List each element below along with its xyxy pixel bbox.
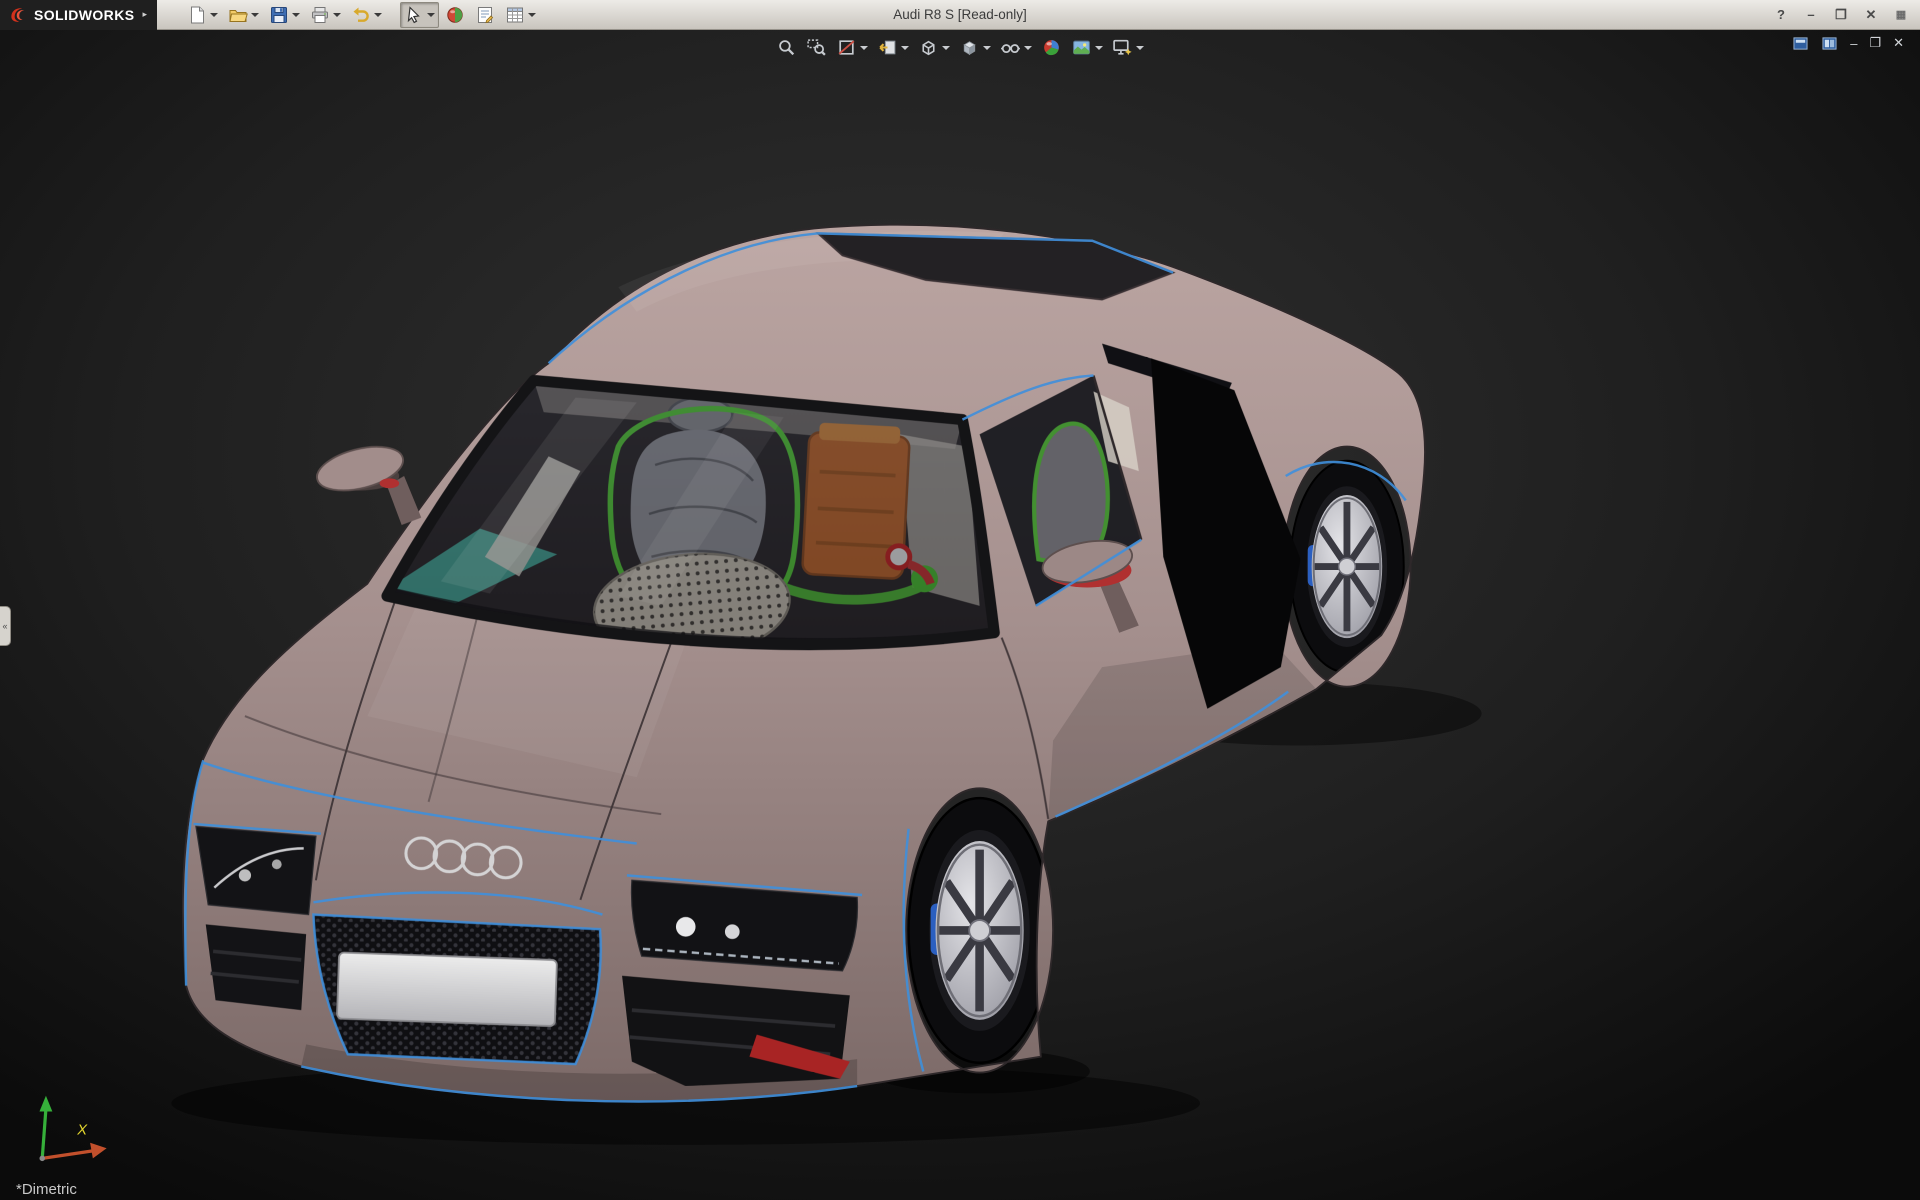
view-orientation-cube-icon xyxy=(918,37,939,58)
save-icon xyxy=(269,5,289,25)
doc-tile-button[interactable] xyxy=(1792,36,1809,51)
dropdown-chevron[interactable] xyxy=(333,13,341,17)
dropdown-chevron[interactable] xyxy=(860,46,868,50)
minimize-button[interactable]: – xyxy=(1804,7,1818,22)
edit-color-button[interactable] xyxy=(441,2,469,28)
new-document-button[interactable] xyxy=(183,2,222,28)
doc-close-button[interactable]: ✕ xyxy=(1893,35,1904,51)
previous-view-icon xyxy=(877,37,898,58)
glasses-icon xyxy=(1000,37,1021,58)
print-icon xyxy=(310,5,330,25)
zoom-to-fit-icon xyxy=(776,37,797,58)
help-button[interactable]: ? xyxy=(1774,7,1788,22)
triad-x-label: X xyxy=(76,1122,88,1138)
apply-scene-icon xyxy=(1071,37,1092,58)
dropdown-chevron[interactable] xyxy=(1095,46,1103,50)
dropdown-chevron[interactable] xyxy=(942,46,950,50)
hide-show-items-button[interactable] xyxy=(997,35,1035,60)
dropdown-chevron[interactable] xyxy=(292,13,300,17)
window-controls: ? – ❐ ✕ ▦ xyxy=(1774,7,1920,23)
dropdown-chevron[interactable] xyxy=(1136,46,1144,50)
view-settings-button[interactable] xyxy=(1109,35,1147,60)
zoom-to-area-icon xyxy=(806,37,827,58)
orientation-triad: X xyxy=(22,1086,114,1170)
appearance-ball-icon xyxy=(1041,37,1062,58)
dropdown-chevron[interactable] xyxy=(983,46,991,50)
section-view-button[interactable] xyxy=(833,35,871,60)
edit-color-icon xyxy=(445,5,465,25)
design-binder-button[interactable] xyxy=(471,2,499,28)
doc-restore-button[interactable]: ❐ xyxy=(1869,35,1881,51)
dropdown-chevron[interactable] xyxy=(210,13,218,17)
solidworks-logo[interactable]: SOLIDWORKS ▸ xyxy=(0,0,157,30)
menu-expand-chevron[interactable]: ▸ xyxy=(140,9,147,20)
doc-tile-icon xyxy=(1792,36,1809,51)
section-view-icon xyxy=(836,37,857,58)
dropdown-chevron[interactable] xyxy=(901,46,909,50)
undo-button[interactable] xyxy=(347,2,386,28)
display-style-button[interactable] xyxy=(956,35,994,60)
print-button[interactable] xyxy=(306,2,345,28)
featuremanager-collapsed-tab[interactable]: « xyxy=(0,606,11,646)
brand-text: SOLIDWORKS xyxy=(34,7,134,23)
select-button[interactable] xyxy=(400,2,439,28)
heads-up-toolbar xyxy=(773,35,1147,60)
title-bar: SOLIDWORKS ▸ xyxy=(0,0,1920,30)
edit-appearance-button[interactable] xyxy=(1038,35,1065,60)
options-button[interactable] xyxy=(501,2,540,28)
dropdown-chevron[interactable] xyxy=(374,13,382,17)
solidworks-logo-icon xyxy=(8,5,28,25)
display-style-icon xyxy=(959,37,980,58)
car-3d-model xyxy=(0,30,1920,1200)
previous-view-button[interactable] xyxy=(874,35,912,60)
main-toolbar xyxy=(183,2,540,28)
doc-cascade-icon xyxy=(1821,36,1838,51)
open-button[interactable] xyxy=(224,2,263,28)
dropdown-chevron[interactable] xyxy=(251,13,259,17)
window-layout-button[interactable]: ▦ xyxy=(1894,8,1908,21)
apply-scene-button[interactable] xyxy=(1068,35,1106,60)
new-document-icon xyxy=(187,5,207,25)
close-button[interactable]: ✕ xyxy=(1864,7,1878,23)
restore-button[interactable]: ❐ xyxy=(1834,7,1848,23)
solidworks-window: SOLIDWORKS ▸ xyxy=(0,0,1920,1200)
view-orientation-label: *Dimetric xyxy=(16,1181,77,1198)
undo-icon xyxy=(351,5,371,25)
zoom-to-area-button[interactable] xyxy=(803,35,830,60)
document-window-controls: – ❐ ✕ xyxy=(1792,35,1904,51)
save-button[interactable] xyxy=(265,2,304,28)
view-settings-icon xyxy=(1112,37,1133,58)
dropdown-chevron[interactable] xyxy=(1024,46,1032,50)
open-icon xyxy=(228,5,248,25)
viewport-3d[interactable]: – ❐ ✕ « X *Dimetric xyxy=(0,30,1920,1200)
dropdown-chevron[interactable] xyxy=(427,13,435,17)
options-table-icon xyxy=(505,5,525,25)
doc-cascade-button[interactable] xyxy=(1821,36,1838,51)
design-binder-icon xyxy=(475,5,495,25)
view-orientation-button[interactable] xyxy=(915,35,953,60)
left-mirror xyxy=(312,439,421,525)
select-cursor-icon xyxy=(404,5,424,25)
doc-minimize-button[interactable]: – xyxy=(1850,36,1857,51)
window-title: Audi R8 S [Read-only] xyxy=(893,0,1027,30)
dropdown-chevron[interactable] xyxy=(528,13,536,17)
zoom-to-fit-button[interactable] xyxy=(773,35,800,60)
